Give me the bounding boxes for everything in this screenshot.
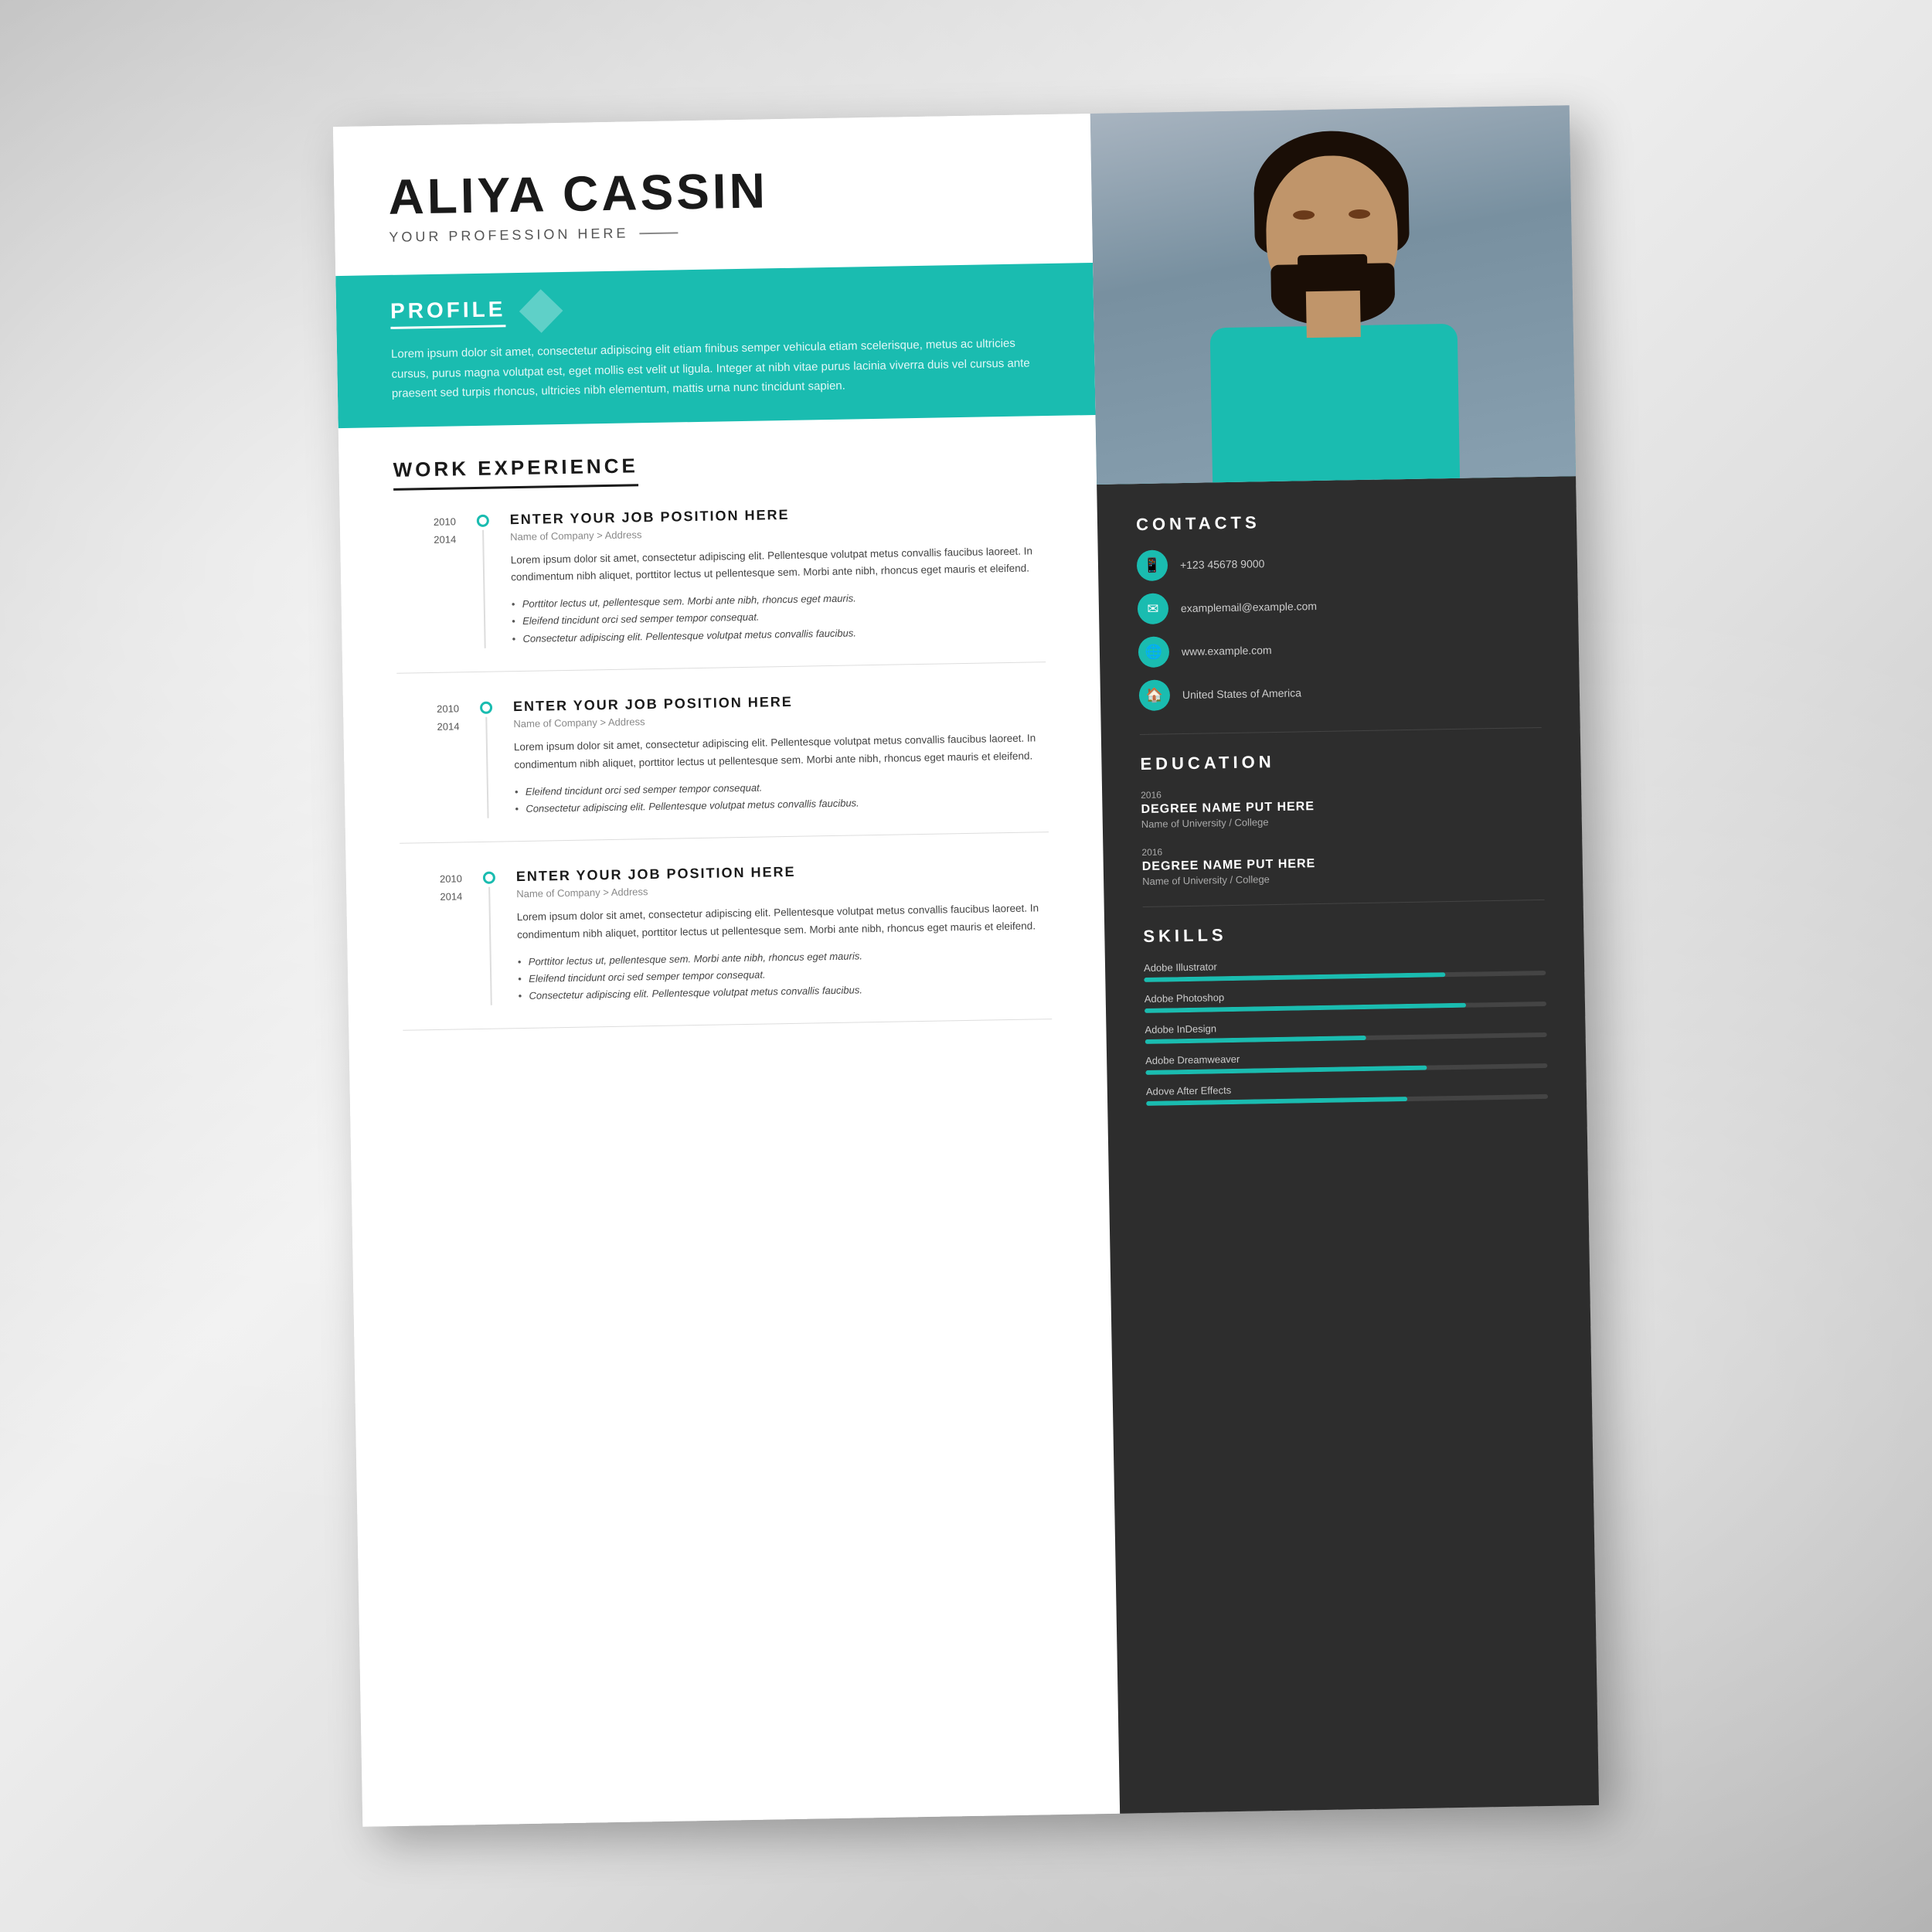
divider-2 <box>1143 900 1545 907</box>
work-experience-section: WORK EXPERIENCE 2010 2014 ENTER YOUR JOB… <box>338 414 1120 1826</box>
skill-item-3: Adobe Dreamweaver <box>1145 1048 1547 1075</box>
job-years: 2010 2014 <box>397 699 461 819</box>
job-dot-line <box>478 869 503 1005</box>
contact-text-location: United States of America <box>1182 686 1301 701</box>
job-content: ENTER YOUR JOB POSITION HERE Name of Com… <box>510 502 1046 648</box>
education-entry-1: 2016 DEGREE NAME PUT HERE Name of Univer… <box>1141 840 1544 887</box>
skill-bar-fill <box>1145 1036 1366 1044</box>
skills-title: SKILLS <box>1143 920 1545 947</box>
education-list: 2016 DEGREE NAME PUT HERE Name of Univer… <box>1141 783 1544 887</box>
profile-diamond-decoration <box>519 289 563 333</box>
profile-title: PROFILE <box>390 297 506 329</box>
job-year-start: 2010 <box>397 699 459 719</box>
candidate-name: ALIYA CASSIN <box>388 161 1038 222</box>
skills-list: Adobe Illustrator Adobe Photoshop Adobe … <box>1144 955 1548 1106</box>
contact-text-website: www.example.com <box>1182 644 1272 658</box>
job-dot-line <box>474 699 500 818</box>
profile-header: PROFILE <box>390 287 1040 329</box>
contact-text-email: examplemail@example.com <box>1181 600 1317 614</box>
job-description: Lorem ipsum dolor sit amet, consectetur … <box>511 543 1045 587</box>
job-year-start: 2010 <box>394 512 456 532</box>
header-area: ALIYA CASSIN YOUR PROFESSION HERE <box>333 114 1093 276</box>
job-line <box>482 529 486 648</box>
skills-section: SKILLS Adobe Illustrator Adobe Photoshop… <box>1143 920 1548 1106</box>
contact-icon-location: 🏠 <box>1139 679 1171 711</box>
job-dot <box>480 701 492 713</box>
photo-area <box>1090 105 1576 485</box>
job-list: 2010 2014 ENTER YOUR JOB POSITION HERE N… <box>394 502 1053 1031</box>
profile-section: PROFILE Lorem ipsum dolor sit amet, cons… <box>335 263 1095 428</box>
job-line <box>485 716 488 818</box>
skill-bar-fill <box>1145 1066 1427 1075</box>
job-year-end: 2014 <box>400 887 462 906</box>
profession-dash-decoration <box>639 232 678 234</box>
job-bullets-list: Eleifend tincidunt orci sed semper tempo… <box>515 774 1049 818</box>
education-section: EDUCATION 2016 DEGREE NAME PUT HERE Name… <box>1140 747 1544 887</box>
job-dot-line <box>471 512 497 648</box>
profile-description: Lorem ipsum dolor sit amet, consectetur … <box>391 333 1041 403</box>
job-bullets-list: Porttitor lectus ut, pellentesque sem. M… <box>512 587 1046 648</box>
job-year-end: 2014 <box>394 530 456 549</box>
job-line <box>488 886 492 1005</box>
left-column: ALIYA CASSIN YOUR PROFESSION HERE PROFIL… <box>333 114 1120 1827</box>
contact-item-location: 🏠 United States of America <box>1139 673 1542 711</box>
skill-item-4: Adove After Effects <box>1146 1079 1548 1106</box>
job-dot <box>483 871 495 883</box>
job-entry-2: 2010 2014 ENTER YOUR JOB POSITION HERE N… <box>400 859 1052 1031</box>
job-year-end: 2014 <box>397 717 459 736</box>
job-bullets-list: Porttitor lectus ut, pellentesque sem. M… <box>518 944 1052 1005</box>
skill-item-1: Adobe Photoshop <box>1145 986 1546 1013</box>
skill-bar-fill <box>1146 1097 1407 1106</box>
job-description: Lorem ipsum dolor sit amet, consectetur … <box>517 900 1051 944</box>
resume-document: ALIYA CASSIN YOUR PROFESSION HERE PROFIL… <box>333 105 1599 1827</box>
education-entry-0: 2016 DEGREE NAME PUT HERE Name of Univer… <box>1141 783 1543 830</box>
person-photo <box>1090 105 1576 485</box>
contacts-title: CONTACTS <box>1136 508 1538 535</box>
job-content: ENTER YOUR JOB POSITION HERE Name of Com… <box>513 689 1049 818</box>
contact-item-phone: 📱 +123 45678 9000 <box>1137 543 1539 581</box>
contact-icon-website: 🌐 <box>1138 636 1170 668</box>
contacts-list: 📱 +123 45678 9000 ✉ examplemail@example.… <box>1137 543 1542 711</box>
job-years: 2010 2014 <box>394 512 458 650</box>
dark-panel: CONTACTS 📱 +123 45678 9000 ✉ examplemail… <box>1097 476 1599 1814</box>
job-description: Lorem ipsum dolor sit amet, consectetur … <box>514 730 1048 774</box>
job-dot <box>477 514 489 526</box>
profession-text: YOUR PROFESSION HERE <box>389 225 628 245</box>
job-entry-0: 2010 2014 ENTER YOUR JOB POSITION HERE N… <box>394 502 1046 674</box>
job-entry-1: 2010 2014 ENTER YOUR JOB POSITION HERE N… <box>397 689 1049 844</box>
skill-item-2: Adobe InDesign <box>1145 1017 1546 1044</box>
contact-item-email: ✉ examplemail@example.com <box>1138 587 1540 624</box>
contact-icon-phone: 📱 <box>1137 549 1168 581</box>
right-column: CONTACTS 📱 +123 45678 9000 ✉ examplemail… <box>1090 105 1599 1813</box>
skill-bar-fill <box>1144 972 1445 982</box>
job-years: 2010 2014 <box>400 869 464 1007</box>
job-year-start: 2010 <box>400 869 462 889</box>
education-title: EDUCATION <box>1140 747 1542 774</box>
contact-item-website: 🌐 www.example.com <box>1138 630 1541 668</box>
contacts-section: CONTACTS 📱 +123 45678 9000 ✉ examplemail… <box>1136 508 1541 711</box>
contact-icon-email: ✉ <box>1138 593 1169 624</box>
work-experience-title: WORK EXPERIENCE <box>393 454 638 491</box>
skill-bar-fill <box>1145 1003 1466 1013</box>
contact-text-phone: +123 45678 9000 <box>1180 557 1265 571</box>
divider-1 <box>1140 727 1542 735</box>
name-block: ALIYA CASSIN YOUR PROFESSION HERE <box>388 161 1039 246</box>
job-content: ENTER YOUR JOB POSITION HERE Name of Com… <box>516 859 1052 1005</box>
skill-item-0: Adobe Illustrator <box>1144 955 1546 982</box>
